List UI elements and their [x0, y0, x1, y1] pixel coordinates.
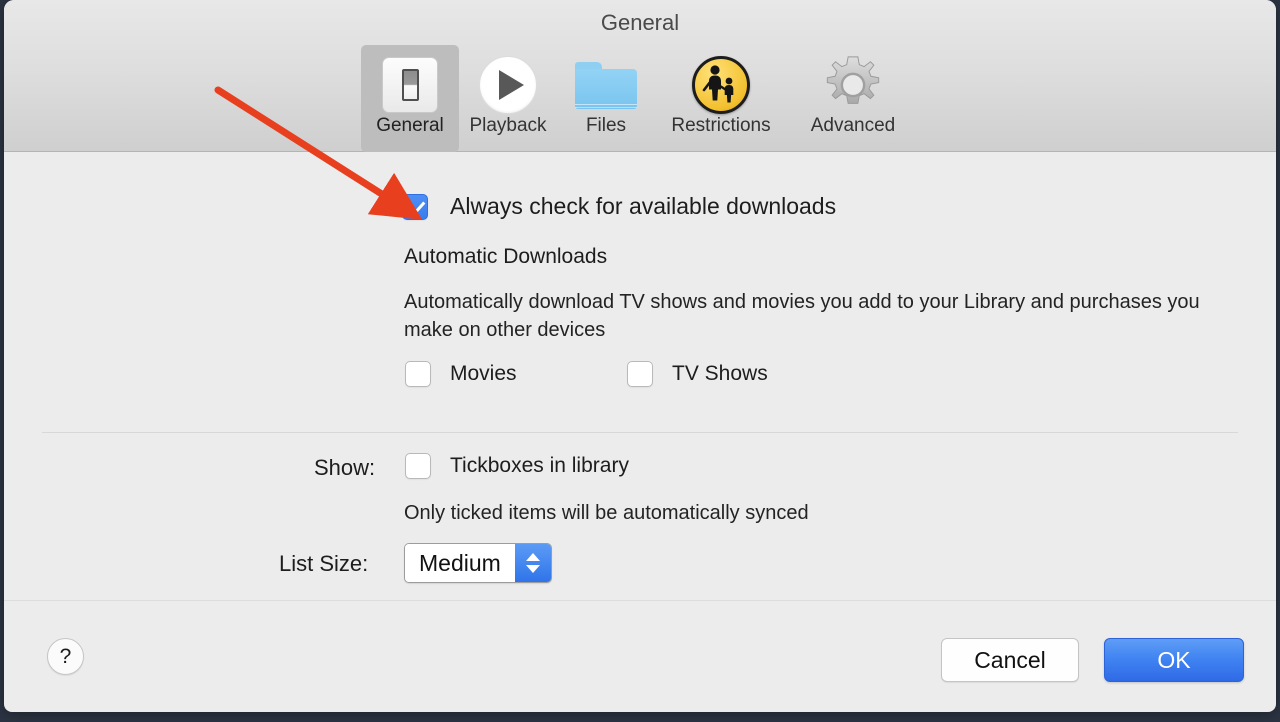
titlebar: General General Playback Files Restricti… — [4, 0, 1276, 152]
parental-controls-icon — [692, 54, 750, 116]
window-title: General — [600, 10, 680, 35]
toolbar-label-playback: Playback — [469, 115, 547, 136]
show-label: Show: — [314, 455, 376, 480]
tv-shows-row: TV Shows — [627, 361, 768, 387]
general-settings-panel: Always check for available downloads Aut… — [4, 152, 1276, 600]
tv-shows-checkbox[interactable] — [627, 361, 653, 387]
toolbar-label-advanced: Advanced — [810, 115, 896, 136]
preferences-window: General General Playback Files Restricti… — [4, 0, 1276, 712]
list-size-arrows[interactable] — [515, 544, 551, 582]
preferences-toolbar: General Playback Files Restrictions Adva… — [4, 45, 1276, 152]
play-circle-icon — [479, 54, 537, 116]
toolbar-item-advanced[interactable]: Advanced — [787, 45, 919, 152]
tickboxes-label: Tickboxes in library — [450, 454, 629, 477]
automatic-downloads-description: Automatically download TV shows and movi… — [404, 291, 1200, 341]
dialog-footer: ? — [4, 600, 1276, 712]
toolbar-label-restrictions: Restrictions — [671, 115, 771, 136]
always-check-for-available-downloads-checkbox[interactable] — [402, 193, 428, 220]
gear-icon — [822, 54, 884, 116]
light-switch-icon — [382, 54, 438, 116]
movies-checkbox[interactable] — [405, 361, 431, 387]
toolbar-item-general[interactable]: General — [361, 45, 459, 152]
tickboxes-in-library-checkbox[interactable] — [405, 453, 431, 479]
folder-icon — [575, 54, 637, 116]
always-check-row: Always check for available downloads — [402, 193, 836, 220]
list-size-label: List Size: — [279, 551, 369, 576]
list-size-value: Medium — [405, 544, 515, 582]
toolbar-label-general: General — [376, 115, 444, 136]
list-size-stepper[interactable]: Medium — [404, 543, 552, 583]
toolbar-item-files[interactable]: Files — [557, 45, 655, 152]
chevron-up-icon[interactable] — [526, 553, 540, 561]
movies-row: Movies — [405, 361, 517, 387]
chevron-down-icon[interactable] — [526, 565, 540, 573]
movies-label: Movies — [450, 362, 517, 385]
ok-button[interactable]: OK — [1104, 638, 1244, 682]
cancel-button[interactable]: Cancel — [941, 638, 1079, 682]
always-check-label: Always check for available downloads — [450, 193, 837, 219]
section-divider — [42, 432, 1238, 433]
tv-shows-label: TV Shows — [672, 362, 768, 385]
toolbar-item-playback[interactable]: Playback — [459, 45, 557, 152]
help-button[interactable]: ? — [47, 638, 84, 675]
tickboxes-row: Tickboxes in library — [405, 453, 629, 479]
tickboxes-hint: Only ticked items will be automatically … — [404, 502, 809, 524]
toolbar-item-restrictions[interactable]: Restrictions — [655, 45, 787, 152]
automatic-downloads-heading: Automatic Downloads — [404, 245, 608, 268]
toolbar-label-files: Files — [585, 115, 627, 136]
